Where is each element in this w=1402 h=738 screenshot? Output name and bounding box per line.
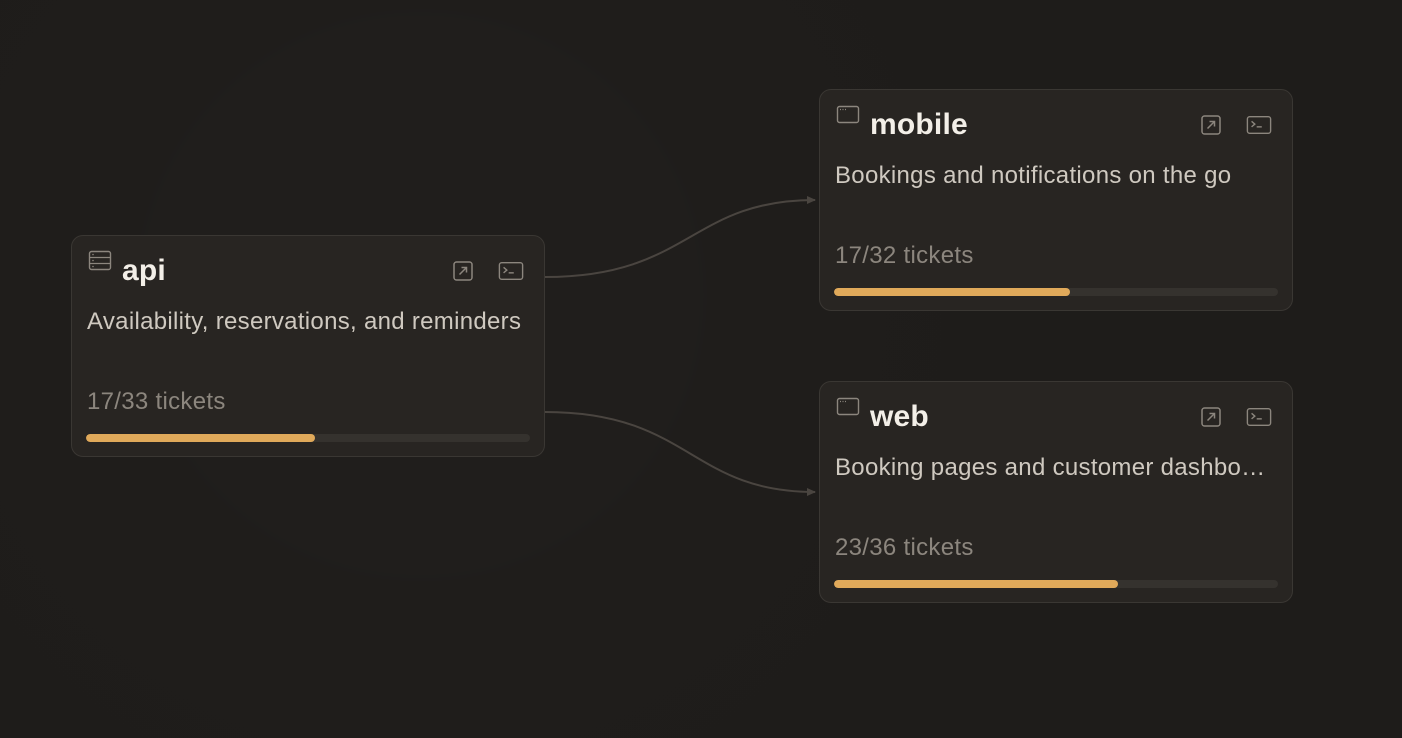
- node-mobile[interactable]: mobile Bookings and notifications on the…: [819, 89, 1293, 311]
- node-header: web: [834, 394, 1278, 438]
- node-actions: [450, 258, 524, 284]
- node-api[interactable]: api Availability, reservations, and remi…: [71, 235, 545, 457]
- node-actions: [1198, 112, 1272, 138]
- progress-bar: [86, 434, 530, 442]
- progress-fill: [86, 434, 315, 442]
- open-external-icon[interactable]: [1198, 112, 1224, 138]
- progress-bar: [834, 288, 1278, 296]
- terminal-icon[interactable]: [1246, 112, 1272, 138]
- open-external-icon[interactable]: [450, 258, 476, 284]
- graph-canvas[interactable]: api Availability, reservations, and remi…: [0, 0, 1402, 738]
- window-icon: [836, 104, 860, 126]
- node-description: Booking pages and customer dashboard: [835, 454, 1274, 481]
- open-external-icon[interactable]: [1198, 404, 1224, 430]
- window-icon: [836, 396, 860, 418]
- terminal-icon[interactable]: [498, 258, 524, 284]
- terminal-icon[interactable]: [1246, 404, 1272, 430]
- server-icon: [88, 250, 112, 272]
- node-title: web: [870, 400, 929, 433]
- node-actions: [1198, 404, 1272, 430]
- edge-api-to-web: [544, 411, 816, 496]
- progress-fill: [834, 288, 1070, 296]
- ticket-count: 17/32 tickets: [835, 242, 974, 269]
- progress-fill: [834, 580, 1118, 588]
- node-header: api: [86, 248, 530, 292]
- node-description: Availability, reservations, and reminder…: [87, 308, 522, 335]
- node-title: mobile: [870, 108, 968, 141]
- ticket-count: 23/36 tickets: [835, 534, 974, 561]
- node-title: api: [122, 254, 166, 287]
- node-web[interactable]: web Booking pages and customer dashboard…: [819, 381, 1293, 603]
- edge-api-to-mobile: [544, 196, 816, 278]
- node-description: Bookings and notifications on the go: [835, 162, 1232, 189]
- ticket-count: 17/33 tickets: [87, 388, 226, 415]
- node-header: mobile: [834, 102, 1278, 146]
- progress-bar: [834, 580, 1278, 588]
